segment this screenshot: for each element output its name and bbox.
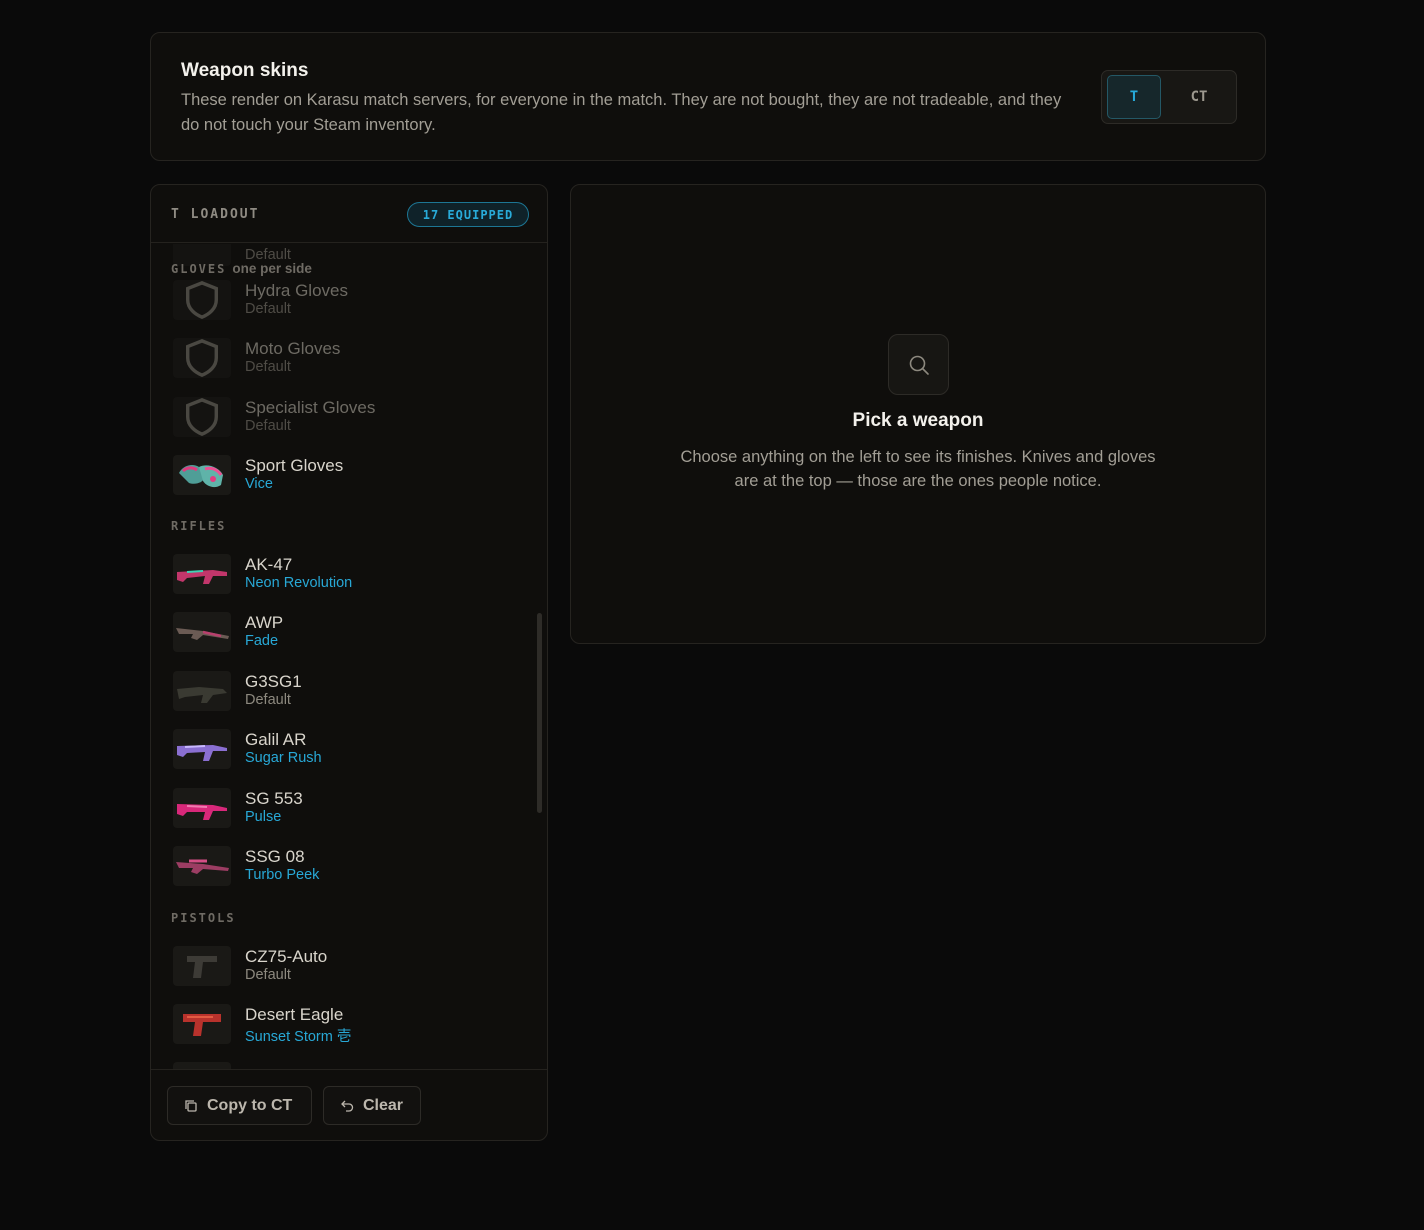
item-skin: Default: [245, 692, 291, 708]
item-skin: Neon Revolution: [245, 575, 353, 591]
list-item-ssg08[interactable]: SSG 08 Turbo Peek: [171, 844, 531, 888]
item-thumbnail: [173, 1062, 231, 1069]
side-toggle: T CT: [1101, 70, 1237, 124]
pistol-thumbnail-icon: [187, 956, 217, 978]
header-card: Weapon skins These render on Karasu matc…: [150, 32, 1266, 161]
rifle-thumbnail-icon: [176, 628, 229, 640]
list-item-hydra-gloves[interactable]: Hydra Gloves Default: [171, 278, 531, 322]
copy-to-ct-label: Copy to CT: [207, 1096, 293, 1114]
equipped-badge: 17 EQUIPPED: [407, 202, 529, 227]
undo-icon: [341, 1100, 354, 1112]
item-thumbnail: [173, 338, 231, 378]
item-thumbnail: [173, 846, 231, 886]
page-description: These render on Karasu match servers, fo…: [181, 91, 1062, 134]
item-name: Moto Gloves: [245, 339, 341, 358]
item-name: Hydra Gloves: [245, 281, 348, 300]
list-item-moto-gloves[interactable]: Moto Gloves Default: [171, 336, 531, 380]
empty-state-description: Choose anything on the left to see its f…: [680, 448, 1156, 490]
item-thumbnail: [173, 397, 231, 437]
list-item-sport-gloves[interactable]: Sport Gloves Vice: [171, 453, 531, 497]
rifle-thumbnail-icon: [176, 859, 229, 874]
weapon-picker-panel: Pick a weapon Choose anything on the lef…: [570, 184, 1266, 644]
list-item-galil-ar[interactable]: Galil AR Sugar Rush: [171, 727, 531, 771]
rifle-thumbnail-icon: [177, 804, 227, 820]
list-item-g3sg1[interactable]: G3SG1 Default: [171, 669, 531, 713]
shield-icon: [186, 281, 218, 319]
search-icon: [909, 355, 929, 375]
copy-to-ct-button[interactable]: Copy to CT: [167, 1086, 312, 1125]
clear-button[interactable]: Clear: [323, 1086, 421, 1125]
item-name: G3SG1: [245, 672, 302, 691]
item-skin: Sugar Rush: [245, 750, 322, 766]
item-name: AWP: [245, 613, 284, 632]
loadout-scrollbar[interactable]: [537, 613, 542, 813]
loadout-panel: T LOADOUT 17 EQUIPPED Default GLOVES one …: [150, 184, 548, 1141]
item-thumbnail: [173, 729, 231, 769]
item-name: SSG 08: [245, 847, 305, 866]
shield-icon: [186, 398, 218, 436]
item-skin: Vice: [245, 476, 273, 492]
item-skin: Default: [245, 967, 291, 983]
item-thumbnail: [173, 788, 231, 828]
item-skin: Fade: [245, 633, 279, 649]
item-thumbnail: [173, 455, 231, 495]
item-thumbnail: [173, 612, 231, 652]
loadout-title: T LOADOUT: [171, 207, 260, 222]
side-t-button[interactable]: T: [1107, 75, 1161, 119]
list-item-desert-eagle[interactable]: Desert Eagle Sunset Storm 壱: [171, 1002, 531, 1046]
page-title: Weapon skins: [181, 60, 309, 81]
side-ct-button[interactable]: CT: [1172, 75, 1226, 119]
list-item-sg553[interactable]: SG 553 Pulse: [171, 786, 531, 830]
item-name: Desert Eagle: [245, 1005, 344, 1024]
item-name: Galil AR: [245, 730, 307, 749]
list-item-awp[interactable]: AWP Fade: [171, 610, 531, 654]
rifle-thumbnail-icon: [177, 687, 227, 703]
empty-state-title: Pick a weapon: [852, 410, 984, 431]
list-item[interactable]: [171, 1060, 531, 1069]
item-skin: Default: [245, 301, 291, 317]
item-skin: Turbo Peek: [245, 867, 320, 883]
item-thumbnail: [173, 671, 231, 711]
section-label-pistols: PISTOLS: [171, 911, 236, 925]
item-skin: Pulse: [245, 809, 282, 825]
item-skin: Default: [245, 359, 291, 375]
clear-label: Clear: [363, 1096, 404, 1114]
list-item-ak47[interactable]: AK-47 Neon Revolution: [171, 552, 531, 596]
item-name: Sport Gloves: [245, 456, 344, 475]
item-name: CZ75-Auto: [245, 947, 328, 966]
loadout-footer: Copy to CT Clear: [151, 1069, 547, 1140]
item-name: Specialist Gloves: [245, 398, 376, 417]
rifle-thumbnail-icon: [177, 570, 227, 584]
section-note: one per side: [232, 261, 312, 276]
rifle-thumbnail-icon: [177, 745, 227, 761]
gloves-thumbnail-icon: [179, 465, 223, 488]
item-thumbnail: [173, 1004, 231, 1044]
item-name: SG 553: [245, 789, 303, 808]
item-thumbnail: [173, 554, 231, 594]
loadout-list[interactable]: Default GLOVES one per side Hydra Gloves …: [151, 244, 547, 1069]
item-thumbnail: [173, 280, 231, 320]
item-skin: Sunset Storm 壱: [245, 1029, 352, 1045]
loadout-header: T LOADOUT 17 EQUIPPED: [151, 185, 547, 243]
pistol-thumbnail-icon: [183, 1014, 221, 1036]
item-skin: Default: [245, 418, 291, 434]
list-item-specialist-gloves[interactable]: Specialist Gloves Default: [171, 395, 531, 439]
copy-icon: [185, 1099, 197, 1112]
section-label-gloves: GLOVES one per side: [171, 261, 312, 276]
shield-icon: [186, 339, 218, 377]
list-item-cz75-auto[interactable]: CZ75-Auto Default: [171, 944, 531, 988]
item-thumbnail: [173, 946, 231, 986]
section-label-text: GLOVES: [171, 262, 227, 276]
search-icon-box: [888, 334, 949, 395]
section-label-rifles: RIFLES: [171, 519, 227, 533]
item-name: AK-47: [245, 555, 293, 574]
